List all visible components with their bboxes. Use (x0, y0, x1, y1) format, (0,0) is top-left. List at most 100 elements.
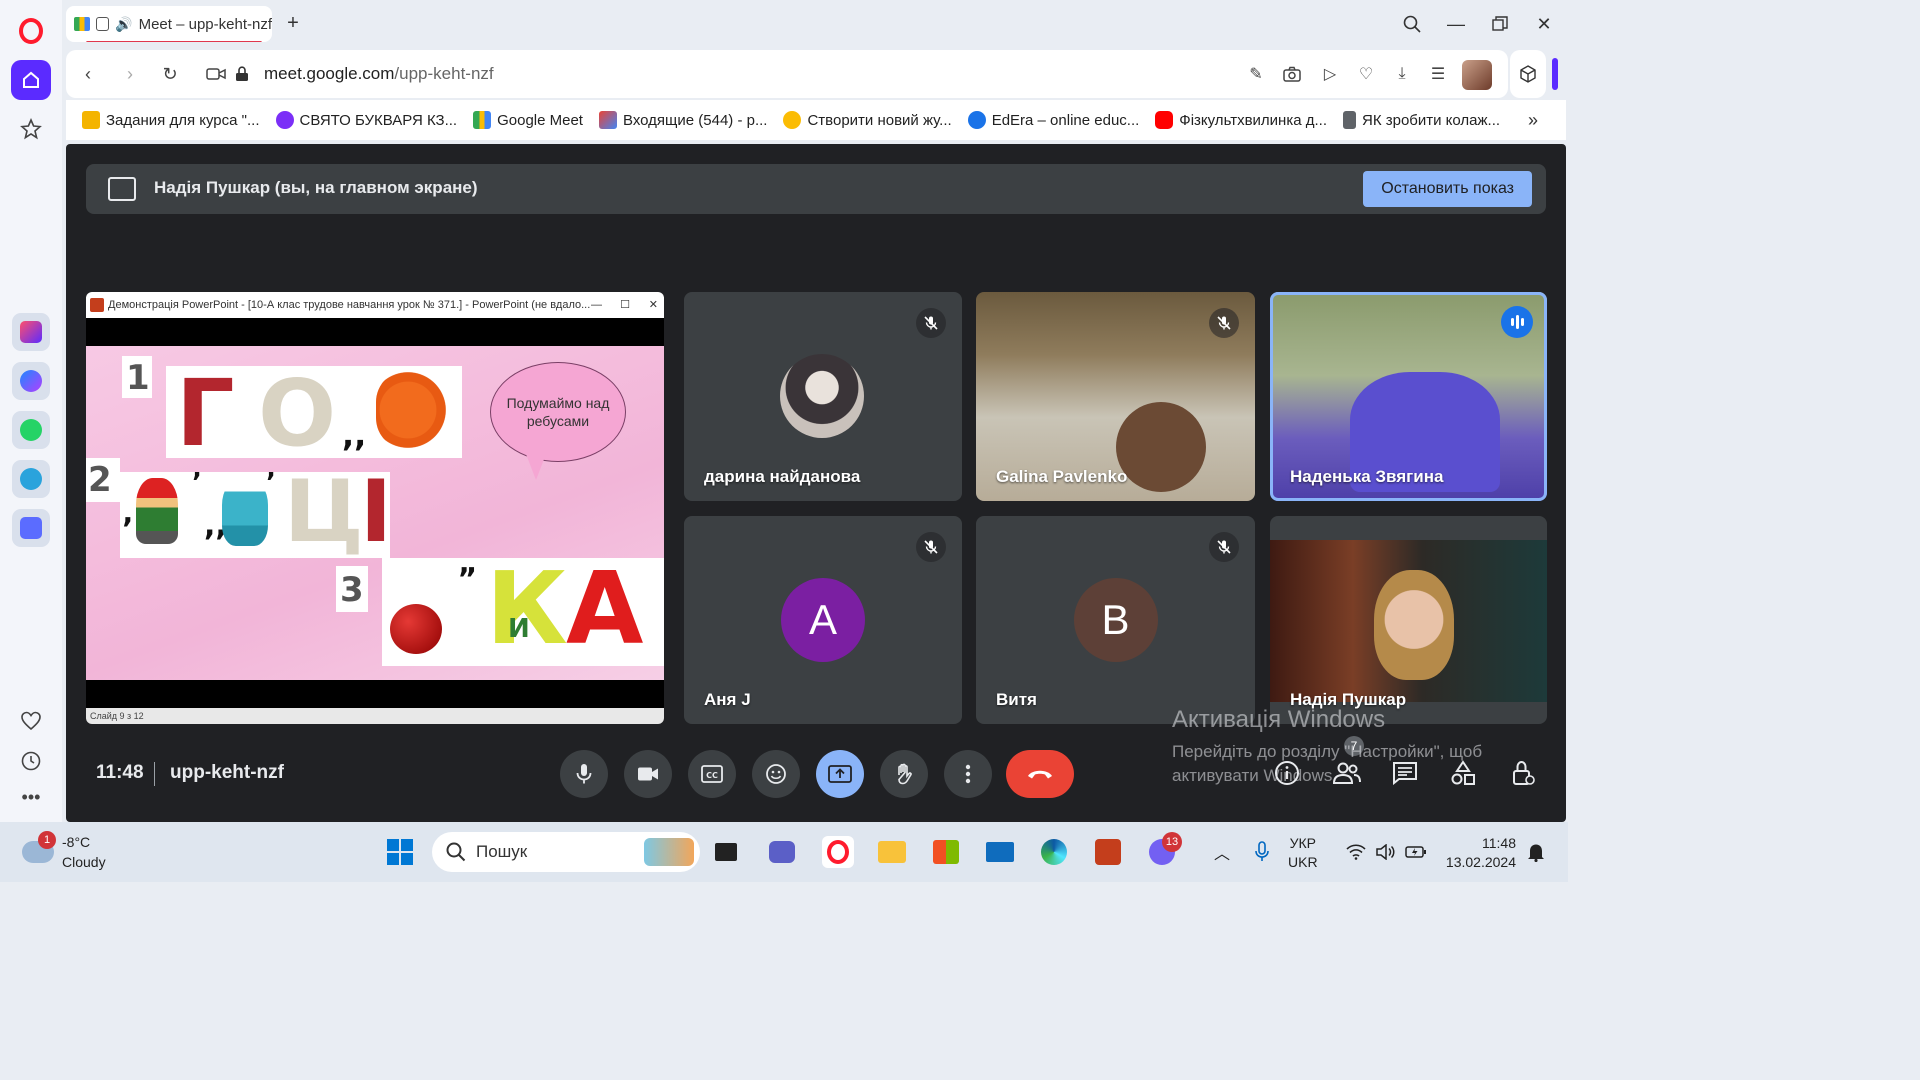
back-button[interactable]: ‹ (76, 62, 100, 86)
present-screen-button[interactable] (816, 750, 864, 798)
lock-icon[interactable] (230, 62, 254, 86)
aria-icon[interactable] (12, 313, 50, 351)
extensions-cube-icon[interactable] (1510, 50, 1546, 98)
raise-hand-button[interactable] (880, 750, 928, 798)
mail-icon[interactable] (984, 836, 1016, 868)
pp-close-icon[interactable]: ✕ (649, 292, 658, 318)
flow-send-icon[interactable]: ▷ (1318, 62, 1342, 86)
history-clock-icon[interactable] (16, 746, 46, 776)
participant-tile[interactable]: B Витя (976, 516, 1255, 724)
messenger-icon[interactable] (12, 362, 50, 400)
participant-tile[interactable]: Galina Pavlenko (976, 292, 1255, 501)
mic-muted-icon (1209, 532, 1239, 562)
wifi-icon[interactable] (1340, 836, 1372, 868)
telegram-icon[interactable] (12, 460, 50, 498)
participant-tile[interactable]: A Аня J (684, 516, 962, 724)
battery-icon[interactable] (1400, 836, 1432, 868)
participant-tile[interactable]: дарина найданова (684, 292, 962, 501)
tray-microphone-icon[interactable] (1246, 836, 1278, 868)
taskbar-search[interactable]: Пошук (432, 832, 700, 872)
profile-avatar[interactable] (1462, 60, 1492, 90)
microphone-button[interactable] (560, 750, 608, 798)
end-call-button[interactable] (1006, 750, 1074, 798)
notification-bell-icon[interactable] (1520, 836, 1552, 868)
url-field[interactable]: meet.google.com/upp-keht-nzf (264, 64, 494, 84)
presenting-text: Надія Пушкар (вы, на главном экране) (154, 178, 478, 197)
bookmark-item[interactable]: Google Meet (473, 111, 583, 129)
powerpoint-taskbar-icon[interactable] (1092, 836, 1124, 868)
rebus-number-box: 2 (86, 458, 120, 502)
star-icon[interactable] (16, 114, 46, 144)
camera-button[interactable] (624, 750, 672, 798)
music-player-icon[interactable] (12, 509, 50, 547)
microsoft-store-icon[interactable] (930, 836, 962, 868)
snapshot-camera-icon[interactable] (1280, 62, 1304, 86)
task-view-icon[interactable] (710, 836, 742, 868)
bookmarks-bar: Задания для курса "... СВЯТО БУКВАРЯ КЗ.… (66, 100, 1566, 140)
bookmark-item[interactable]: Входящие (544) - р... (598, 111, 767, 129)
restore-button[interactable] (1486, 10, 1514, 38)
weather-widget[interactable]: 1 -8°C Cloudy (22, 831, 106, 872)
rebus-comma-mark: ,, (342, 416, 367, 454)
speaker-icon[interactable]: 🔊 (115, 16, 132, 33)
file-explorer-icon[interactable] (876, 836, 908, 868)
reload-button[interactable]: ↻ (158, 62, 182, 86)
pp-minimize-icon[interactable]: — (591, 292, 602, 318)
bookmark-item[interactable]: Створити новий жу... (783, 111, 952, 129)
bookmark-item[interactable]: СВЯТО БУКВАРЯ КЗ... (275, 111, 457, 129)
rebus-quote-mark: „ (458, 546, 478, 581)
whatsapp-icon[interactable] (12, 411, 50, 449)
edge-icon[interactable] (1038, 836, 1070, 868)
bookmark-item[interactable]: Задания для курса "... (82, 111, 260, 129)
speech-bubble: Подумаймо над ребусами (490, 362, 626, 462)
presentation-tile[interactable]: Демонстрація PowerPoint - [10-А клас тру… (86, 292, 664, 724)
bookmarks-more-icon[interactable]: » (1528, 110, 1538, 131)
captions-button[interactable]: CC (688, 750, 736, 798)
rebus-letter: Г (176, 360, 235, 467)
new-tab-button[interactable]: + (282, 12, 304, 34)
clock-date[interactable]: 11:48 13.02.2024 (1442, 834, 1516, 872)
cherry-picture (390, 604, 442, 654)
show-hidden-icons-chevron[interactable]: ︿ (1206, 836, 1238, 868)
stop-presenting-button[interactable]: Остановить показ (1363, 171, 1532, 207)
edit-icon[interactable]: ✎ (1244, 62, 1268, 86)
pp-maximize-icon[interactable]: ☐ (620, 292, 630, 318)
bookmark-item[interactable]: Фізкультхвилинка д... (1155, 111, 1327, 129)
emoji-reactions-button[interactable] (752, 750, 800, 798)
participant-video (1116, 402, 1206, 492)
meeting-code[interactable]: upp-keht-nzf (170, 762, 284, 784)
taskbar-time: 11:48 (1482, 835, 1516, 851)
easy-setup-icon[interactable]: ☰ (1426, 62, 1450, 86)
bookmark-item[interactable]: EdEra – online educ... (967, 111, 1139, 129)
language-indicator[interactable]: УКР UKR (1288, 834, 1318, 872)
host-controls-lock-icon[interactable] (1506, 756, 1540, 790)
forward-button[interactable]: › (118, 62, 142, 86)
more-dots-icon[interactable]: ••• (16, 782, 46, 812)
minimize-button[interactable]: — (1442, 10, 1470, 38)
language-top: УКР (1289, 835, 1316, 851)
heart-icon[interactable] (16, 706, 46, 736)
participant-letter-avatar: A (781, 578, 865, 662)
search-tabs-icon[interactable] (1398, 10, 1426, 38)
close-window-button[interactable]: ✕ (1530, 10, 1558, 38)
camera-permission-icon[interactable] (204, 62, 228, 86)
teams-chat-icon[interactable] (766, 836, 798, 868)
download-icon[interactable]: ⤓ (1390, 62, 1414, 86)
volume-icon[interactable] (1370, 836, 1402, 868)
tab-meet[interactable]: 🔊 Meet – upp-keht-nzf (66, 6, 272, 42)
speaking-indicator-icon (1501, 306, 1533, 338)
more-options-button[interactable] (944, 750, 992, 798)
participant-tile-speaking[interactable]: Наденька Звягина (1270, 292, 1547, 501)
home-icon[interactable] (11, 60, 51, 100)
weather-temperature: -8°C (62, 834, 91, 850)
bookmark-item[interactable]: ЯК зробити колаж... (1343, 111, 1500, 129)
bookmark-label: Фізкультхвилинка д... (1179, 111, 1327, 129)
weather-description: Cloudy (62, 854, 106, 870)
participant-tile-self[interactable]: Надія Пушкар (1270, 516, 1547, 724)
opera-taskbar-icon[interactable] (822, 836, 854, 868)
opera-logo-icon[interactable] (19, 18, 43, 44)
favorite-heart-icon[interactable]: ♡ (1354, 62, 1378, 86)
rebus-apostrophe-mark: ’ (266, 468, 276, 498)
rebus-apostrophe-mark: ’ (192, 468, 202, 498)
windows-start-icon[interactable] (384, 836, 416, 868)
